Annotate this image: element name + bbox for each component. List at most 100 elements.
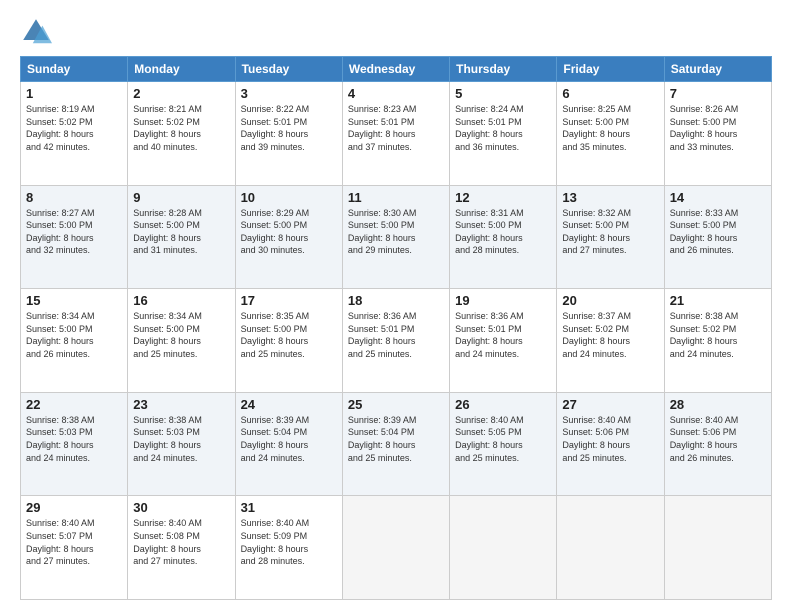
calendar-cell: 16 Sunrise: 8:34 AM Sunset: 5:00 PM Dayli…	[128, 289, 235, 393]
calendar-cell: 5 Sunrise: 8:24 AM Sunset: 5:01 PM Daylig…	[450, 82, 557, 186]
day-number: 25	[348, 397, 444, 412]
day-info: Sunrise: 8:25 AM Sunset: 5:00 PM Dayligh…	[562, 103, 658, 153]
day-info: Sunrise: 8:39 AM Sunset: 5:04 PM Dayligh…	[241, 414, 337, 464]
day-number: 20	[562, 293, 658, 308]
day-number: 4	[348, 86, 444, 101]
day-info: Sunrise: 8:40 AM Sunset: 5:06 PM Dayligh…	[670, 414, 766, 464]
day-info: Sunrise: 8:28 AM Sunset: 5:00 PM Dayligh…	[133, 207, 229, 257]
calendar-cell: 7 Sunrise: 8:26 AM Sunset: 5:00 PM Daylig…	[664, 82, 771, 186]
calendar-cell: 13Sunrise: 8:32 AM Sunset: 5:00 PM Dayli…	[557, 185, 664, 289]
calendar-cell: 6 Sunrise: 8:25 AM Sunset: 5:00 PM Daylig…	[557, 82, 664, 186]
day-number: 17	[241, 293, 337, 308]
week-row-2: 8 Sunrise: 8:27 AM Sunset: 5:00 PM Daylig…	[21, 185, 772, 289]
day-number: 31	[241, 500, 337, 515]
day-info: Sunrise: 8:34 AM Sunset: 5:00 PM Dayligh…	[133, 310, 229, 360]
day-number: 9	[133, 190, 229, 205]
day-info: Sunrise: 8:39 AM Sunset: 5:04 PM Dayligh…	[348, 414, 444, 464]
day-info: Sunrise: 8:31 AM Sunset: 5:00 PM Dayligh…	[455, 207, 551, 257]
calendar-cell: 10 Sunrise: 8:29 AM Sunset: 5:00 PM Dayli…	[235, 185, 342, 289]
day-info: Sunrise: 8:24 AM Sunset: 5:01 PM Dayligh…	[455, 103, 551, 153]
day-number: 3	[241, 86, 337, 101]
calendar-cell: 8 Sunrise: 8:27 AM Sunset: 5:00 PM Daylig…	[21, 185, 128, 289]
calendar-cell: 18 Sunrise: 8:36 AM Sunset: 5:01 PM Dayli…	[342, 289, 449, 393]
calendar-cell: 3Sunrise: 8:22 AM Sunset: 5:01 PM Daylig…	[235, 82, 342, 186]
day-number: 10	[241, 190, 337, 205]
col-header-sunday: Sunday	[21, 57, 128, 82]
day-number: 21	[670, 293, 766, 308]
day-number: 2	[133, 86, 229, 101]
day-number: 1	[26, 86, 122, 101]
day-info: Sunrise: 8:26 AM Sunset: 5:00 PM Dayligh…	[670, 103, 766, 153]
calendar-cell: 12 Sunrise: 8:31 AM Sunset: 5:00 PM Dayli…	[450, 185, 557, 289]
calendar-cell: 31 Sunrise: 8:40 AM Sunset: 5:09 PM Dayli…	[235, 496, 342, 600]
day-number: 28	[670, 397, 766, 412]
page: SundayMondayTuesdayWednesdayThursdayFrid…	[0, 0, 792, 612]
day-number: 23	[133, 397, 229, 412]
calendar-cell: 14 Sunrise: 8:33 AM Sunset: 5:00 PM Dayli…	[664, 185, 771, 289]
calendar-cell: 19 Sunrise: 8:36 AM Sunset: 5:01 PM Dayli…	[450, 289, 557, 393]
header-row: SundayMondayTuesdayWednesdayThursdayFrid…	[21, 57, 772, 82]
day-number: 18	[348, 293, 444, 308]
day-info: Sunrise: 8:19 AM Sunset: 5:02 PM Dayligh…	[26, 103, 122, 153]
day-info: Sunrise: 8:30 AM Sunset: 5:00 PM Dayligh…	[348, 207, 444, 257]
day-number: 24	[241, 397, 337, 412]
week-row-1: 1 Sunrise: 8:19 AM Sunset: 5:02 PM Daylig…	[21, 82, 772, 186]
day-info: Sunrise: 8:40 AM Sunset: 5:07 PM Dayligh…	[26, 517, 122, 567]
calendar-cell: 9 Sunrise: 8:28 AM Sunset: 5:00 PM Daylig…	[128, 185, 235, 289]
day-number: 8	[26, 190, 122, 205]
day-number: 12	[455, 190, 551, 205]
day-info: Sunrise: 8:36 AM Sunset: 5:01 PM Dayligh…	[455, 310, 551, 360]
week-row-5: 29Sunrise: 8:40 AM Sunset: 5:07 PM Dayli…	[21, 496, 772, 600]
day-info: Sunrise: 8:40 AM Sunset: 5:05 PM Dayligh…	[455, 414, 551, 464]
calendar-cell: 30Sunrise: 8:40 AM Sunset: 5:08 PM Dayli…	[128, 496, 235, 600]
day-number: 13	[562, 190, 658, 205]
calendar-cell: 15 Sunrise: 8:34 AM Sunset: 5:00 PM Dayli…	[21, 289, 128, 393]
calendar-cell	[557, 496, 664, 600]
day-number: 15	[26, 293, 122, 308]
week-row-4: 22Sunrise: 8:38 AM Sunset: 5:03 PM Dayli…	[21, 392, 772, 496]
col-header-monday: Monday	[128, 57, 235, 82]
col-header-wednesday: Wednesday	[342, 57, 449, 82]
calendar-cell: 2 Sunrise: 8:21 AM Sunset: 5:02 PM Daylig…	[128, 82, 235, 186]
day-number: 27	[562, 397, 658, 412]
day-info: Sunrise: 8:27 AM Sunset: 5:00 PM Dayligh…	[26, 207, 122, 257]
day-info: Sunrise: 8:40 AM Sunset: 5:06 PM Dayligh…	[562, 414, 658, 464]
day-info: Sunrise: 8:36 AM Sunset: 5:01 PM Dayligh…	[348, 310, 444, 360]
day-info: Sunrise: 8:38 AM Sunset: 5:03 PM Dayligh…	[133, 414, 229, 464]
calendar-cell	[342, 496, 449, 600]
day-info: Sunrise: 8:40 AM Sunset: 5:09 PM Dayligh…	[241, 517, 337, 567]
day-number: 14	[670, 190, 766, 205]
day-info: Sunrise: 8:33 AM Sunset: 5:00 PM Dayligh…	[670, 207, 766, 257]
calendar-cell: 28 Sunrise: 8:40 AM Sunset: 5:06 PM Dayli…	[664, 392, 771, 496]
day-number: 30	[133, 500, 229, 515]
col-header-friday: Friday	[557, 57, 664, 82]
day-info: Sunrise: 8:35 AM Sunset: 5:00 PM Dayligh…	[241, 310, 337, 360]
day-number: 7	[670, 86, 766, 101]
day-number: 11	[348, 190, 444, 205]
col-header-thursday: Thursday	[450, 57, 557, 82]
calendar-cell: 22Sunrise: 8:38 AM Sunset: 5:03 PM Dayli…	[21, 392, 128, 496]
calendar-cell: 20 Sunrise: 8:37 AM Sunset: 5:02 PM Dayli…	[557, 289, 664, 393]
calendar-cell: 17 Sunrise: 8:35 AM Sunset: 5:00 PM Dayli…	[235, 289, 342, 393]
header	[20, 16, 772, 48]
day-number: 26	[455, 397, 551, 412]
logo	[20, 16, 56, 48]
day-info: Sunrise: 8:38 AM Sunset: 5:03 PM Dayligh…	[26, 414, 122, 464]
calendar-cell	[450, 496, 557, 600]
day-info: Sunrise: 8:21 AM Sunset: 5:02 PM Dayligh…	[133, 103, 229, 153]
calendar-cell: 11 Sunrise: 8:30 AM Sunset: 5:00 PM Dayli…	[342, 185, 449, 289]
day-number: 16	[133, 293, 229, 308]
calendar-cell: 29Sunrise: 8:40 AM Sunset: 5:07 PM Dayli…	[21, 496, 128, 600]
calendar-cell	[664, 496, 771, 600]
calendar-cell: 27 Sunrise: 8:40 AM Sunset: 5:06 PM Dayli…	[557, 392, 664, 496]
calendar-cell: 23 Sunrise: 8:38 AM Sunset: 5:03 PM Dayli…	[128, 392, 235, 496]
day-info: Sunrise: 8:34 AM Sunset: 5:00 PM Dayligh…	[26, 310, 122, 360]
day-number: 19	[455, 293, 551, 308]
day-number: 6	[562, 86, 658, 101]
col-header-saturday: Saturday	[664, 57, 771, 82]
day-info: Sunrise: 8:23 AM Sunset: 5:01 PM Dayligh…	[348, 103, 444, 153]
calendar-cell: 24 Sunrise: 8:39 AM Sunset: 5:04 PM Dayli…	[235, 392, 342, 496]
day-info: Sunrise: 8:37 AM Sunset: 5:02 PM Dayligh…	[562, 310, 658, 360]
day-number: 5	[455, 86, 551, 101]
day-info: Sunrise: 8:29 AM Sunset: 5:00 PM Dayligh…	[241, 207, 337, 257]
